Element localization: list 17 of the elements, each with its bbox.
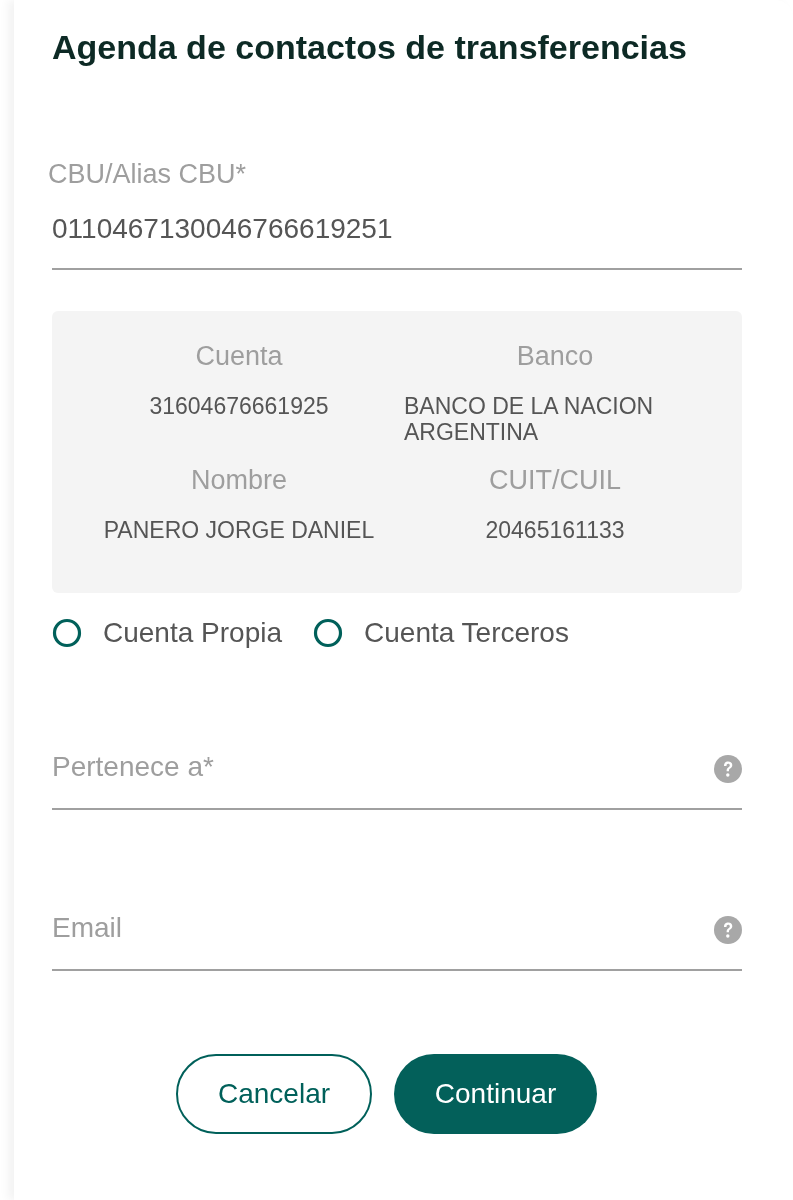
cancel-button[interactable]: Cancelar [176,1054,372,1134]
detail-label: Cuenta [195,341,283,371]
detail-label: Nombre [191,465,287,495]
dialog-title: Agenda de contactos de transferencias [52,27,687,67]
detail-value: BANCO DE LA NACION ARGENTINA [404,393,655,445]
radio-label[interactable]: Cuenta Propia [103,615,282,651]
cbu-input-field[interactable]: 0110467130046766619251 [52,211,742,270]
radio-button[interactable] [313,618,343,648]
radio-button[interactable] [52,618,82,648]
field-label: CBU/Alias CBU* [48,159,247,189]
detail-value: PANERO JORGE DANIEL [103,517,375,543]
detail-value: 20465161133 [485,517,625,543]
detail-value: 31604676661925 [149,393,329,419]
detail-label: CUIT/CUIL [489,465,621,495]
radio-label[interactable]: Cuenta Terceros [364,615,569,651]
continue-button[interactable]: Continuar [394,1054,597,1134]
detail-label: Banco [516,341,594,371]
